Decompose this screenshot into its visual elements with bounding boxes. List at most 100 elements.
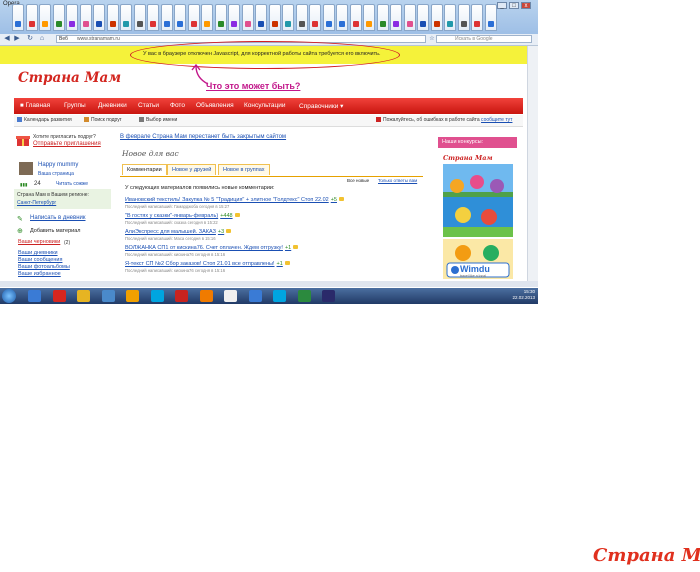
menu-item-articles[interactable]: Статьи [138, 102, 159, 109]
reload-icon[interactable]: ↻ [26, 35, 34, 43]
vertical-scrollbar[interactable] [527, 46, 538, 281]
browser-tab[interactable] [268, 4, 281, 31]
taskbar-word-icon[interactable] [175, 290, 188, 302]
browser-tab[interactable] [484, 4, 497, 31]
browser-tab[interactable] [403, 4, 416, 31]
my-favorites-link[interactable]: Ваше избранное [18, 271, 61, 277]
taskbar-antivirus-icon[interactable] [126, 290, 139, 302]
browser-tab[interactable] [160, 4, 173, 31]
system-clock[interactable]: 15:30 22.02.2013 [500, 289, 535, 301]
my-page-link[interactable]: Ваша страница [38, 171, 74, 177]
minimize-button[interactable]: _ [497, 2, 507, 9]
taskbar-folder-icon[interactable] [77, 290, 90, 302]
browser-tab[interactable] [457, 4, 470, 31]
announcement-link[interactable]: В феврале Страна Мам перестанет быть зак… [120, 134, 286, 140]
taskbar-opera-icon[interactable] [52, 290, 66, 302]
taskbar-utorrent-icon[interactable] [297, 290, 311, 302]
bookmark-icon[interactable]: ☆ [428, 35, 436, 43]
menu-item-groups[interactable]: Группы [64, 102, 86, 109]
maximize-button[interactable]: □ [509, 2, 519, 9]
drafts-link[interactable]: Ваши черновики [18, 239, 60, 245]
contest-banner-2[interactable] [443, 197, 513, 237]
start-button[interactable] [2, 289, 16, 303]
taskbar-firefox-icon[interactable] [199, 290, 213, 302]
browser-tab[interactable] [93, 4, 105, 31]
close-button[interactable]: x [521, 2, 531, 9]
list-item[interactable]: Ивановский текстиль! Закупка № 5 "Традиц… [125, 197, 423, 213]
choose-name-link[interactable]: Выбор имени [139, 117, 177, 123]
taskbar-ps-icon[interactable] [322, 290, 335, 302]
browser-tab[interactable] [309, 4, 321, 31]
browser-tab[interactable] [349, 4, 362, 31]
browser-tab[interactable] [66, 4, 78, 31]
read-comments-link[interactable]: Читать сожже [56, 181, 88, 187]
list-item[interactable]: "В гостях у сказки"-январь-февраль) +448 … [125, 213, 423, 229]
write-diary-link[interactable]: Написать в дневник [30, 215, 86, 221]
error-report-link[interactable]: сообщите тут [481, 117, 512, 123]
taskbar-ie2-icon[interactable] [248, 290, 262, 302]
tab-groups-news[interactable]: Новое в группах [218, 164, 270, 175]
calendar-link[interactable]: Календарь развития [17, 117, 72, 123]
browser-tab[interactable] [471, 4, 483, 31]
menu-item-diaries[interactable]: Дневники [98, 102, 127, 109]
site-logo[interactable]: Страна Мам [18, 70, 121, 86]
browser-tab[interactable] [241, 4, 254, 31]
invite-link[interactable]: Отправьте приглашения [33, 141, 101, 147]
browser-tab[interactable] [25, 4, 38, 31]
browser-tab[interactable] [322, 4, 335, 31]
browser-tab[interactable] [106, 4, 119, 31]
taskbar-ie-icon[interactable] [28, 290, 41, 302]
browser-tab[interactable] [376, 4, 389, 31]
my-albums-link[interactable]: Ваши фотоальбомы [18, 264, 70, 270]
list-item[interactable]: ВОЛЖАНКА СП1 от кискина76. Счет оплачен.… [125, 245, 423, 261]
tab-comments[interactable]: Комментарии [122, 164, 167, 175]
list-item[interactable]: АлиЭкспресс для малышей. ЗАКАЗ +3 Последн… [125, 229, 423, 245]
my-diaries-link[interactable]: Ваши дневники [18, 250, 58, 256]
feed-title[interactable]: ВОЛЖАНКА СП1 от кискина76. Счет оплачен.… [125, 245, 299, 251]
feed-title[interactable]: "В гостях у сказки"-январь-февраль) +448 [125, 213, 240, 219]
search-input[interactable]: Искать в Google [436, 35, 532, 43]
browser-tab[interactable] [174, 4, 186, 31]
feed-title[interactable]: Я-текст СП №2 Сбор заказов! Стоп 21.01 в… [125, 261, 290, 267]
browser-tab[interactable] [12, 4, 24, 31]
browser-tab[interactable] [336, 4, 348, 31]
list-item[interactable]: Я-текст СП №2 Сбор заказов! Стоп 21.01 в… [125, 261, 423, 277]
browser-tab[interactable] [201, 4, 213, 31]
menu-item-home[interactable]: ■ Главная [20, 102, 50, 109]
browser-tab[interactable] [52, 4, 65, 31]
menu-item-consultations[interactable]: Консультации [244, 102, 286, 109]
taskbar-skype2-icon[interactable] [273, 290, 286, 302]
menu-item-ads[interactable]: Объявления [196, 102, 234, 109]
feed-title[interactable]: Ивановский текстиль! Закупка № 5 "Традиц… [125, 197, 344, 203]
add-material-link[interactable]: Добавить материал [30, 228, 80, 234]
taskbar-media-icon[interactable] [101, 290, 115, 302]
browser-tab[interactable] [417, 4, 429, 31]
find-friends-link[interactable]: Поиск подруг [84, 117, 122, 123]
taskbar-player-icon[interactable] [224, 290, 237, 302]
browser-tab[interactable] [214, 4, 227, 31]
browser-tab[interactable] [187, 4, 200, 31]
avatar[interactable] [19, 162, 33, 175]
taskbar-skype-icon[interactable] [150, 290, 164, 302]
browser-tab[interactable] [282, 4, 294, 31]
username[interactable]: Happy mummy [38, 162, 78, 168]
filter-all[interactable]: Все новые [347, 178, 369, 183]
region-link[interactable]: Санкт-Петербург [17, 200, 56, 206]
browser-tab[interactable] [133, 4, 146, 31]
browser-tab[interactable] [430, 4, 443, 31]
browser-tab[interactable] [390, 4, 402, 31]
back-icon[interactable]: ◀ [3, 35, 11, 43]
browser-tab[interactable] [363, 4, 375, 31]
browser-tab[interactable] [295, 4, 308, 31]
filter-replies[interactable]: Только ответы вам [378, 178, 417, 183]
feed-title[interactable]: АлиЭкспресс для малышей. ЗАКАЗ +3 [125, 229, 232, 235]
forward-icon[interactable]: ▶ [13, 35, 21, 43]
menu-item-photo[interactable]: Фото [170, 102, 185, 109]
browser-tab[interactable] [255, 4, 267, 31]
browser-tab[interactable] [147, 4, 159, 31]
tab-friends-news[interactable]: Новое у друзей [167, 164, 217, 175]
home-icon[interactable]: ⌂ [38, 35, 46, 43]
browser-tab[interactable] [79, 4, 92, 31]
browser-tab[interactable] [228, 4, 240, 31]
my-messages-link[interactable]: Ваши сообщения [18, 257, 62, 263]
